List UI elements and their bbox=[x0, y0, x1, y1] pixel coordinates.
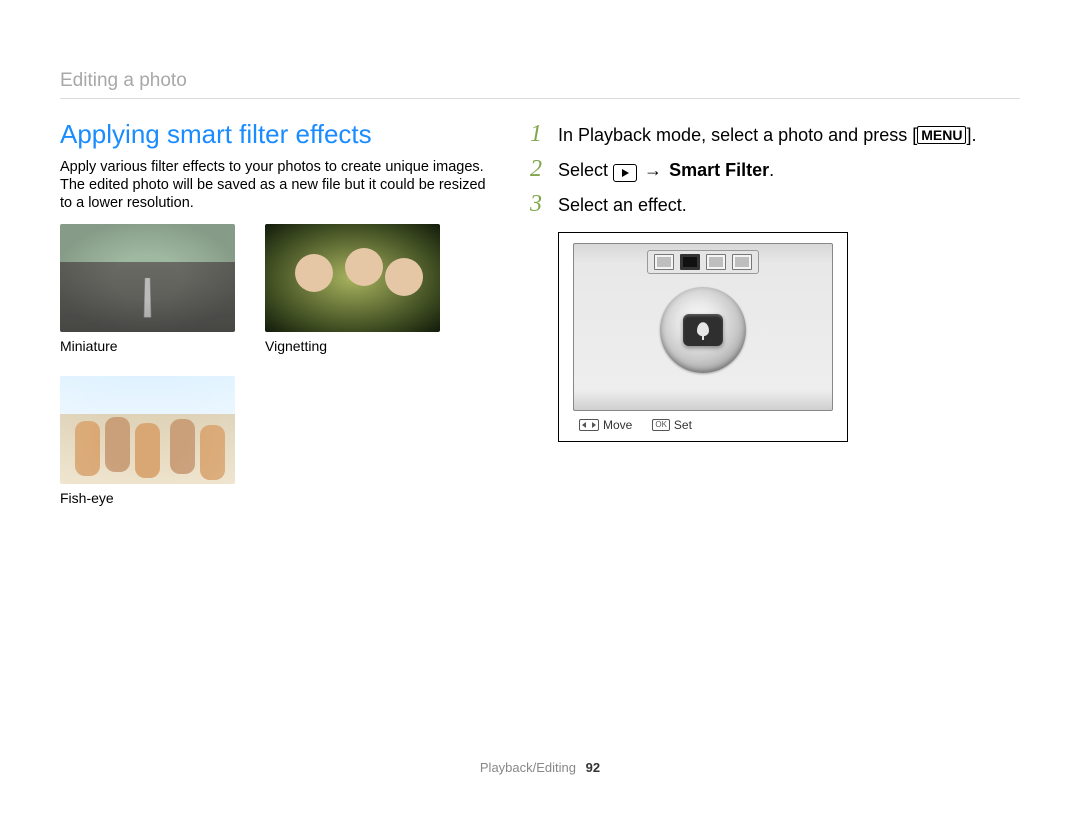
page-footer: Playback/Editing 92 bbox=[0, 760, 1080, 775]
set-label: Set bbox=[674, 418, 692, 432]
footer-page-number: 92 bbox=[586, 760, 600, 775]
ok-key-icon: OK bbox=[652, 419, 670, 431]
thumbnail-miniature bbox=[60, 224, 235, 332]
move-label: Move bbox=[603, 418, 632, 432]
manual-page: Editing a photo Applying smart filter ef… bbox=[0, 0, 1080, 815]
step-2: 2 Select → Smart Filter. bbox=[530, 156, 1020, 183]
section-title: Applying smart filter effects bbox=[60, 119, 490, 150]
lcd-tab bbox=[654, 254, 674, 270]
footer-section: Playback/Editing bbox=[480, 760, 576, 775]
step-3: 3 Select an effect. bbox=[530, 191, 1020, 218]
move-hint: Move bbox=[579, 418, 632, 432]
example-vignetting: Vignetting bbox=[265, 224, 440, 354]
content-columns: Applying smart filter effects Apply vari… bbox=[60, 115, 1020, 506]
step-2-suffix: . bbox=[769, 160, 774, 180]
lcd-tab bbox=[732, 254, 752, 270]
menu-button-icon: MENU bbox=[917, 126, 966, 144]
smart-filter-icon bbox=[683, 314, 723, 346]
step-2-prefix: Select bbox=[558, 160, 613, 180]
step-1-suffix: ]. bbox=[966, 125, 976, 145]
camera-lcd-screenshot: Move OK Set bbox=[558, 232, 848, 442]
example-thumbnails: Miniature Vignetting Fish-eye bbox=[60, 224, 490, 506]
lcd-tab-strip bbox=[647, 250, 759, 274]
thumbnail-vignetting bbox=[265, 224, 440, 332]
intro-paragraph: Apply various filter effects to your pho… bbox=[60, 158, 490, 212]
set-hint: OK Set bbox=[652, 418, 692, 432]
step-number: 2 bbox=[530, 156, 548, 183]
step-number: 1 bbox=[530, 121, 548, 148]
step-text: Select → Smart Filter. bbox=[558, 160, 774, 182]
thumbnail-fisheye bbox=[60, 376, 235, 484]
step-text: Select an effect. bbox=[558, 195, 687, 216]
step-2-bold: Smart Filter bbox=[669, 160, 769, 180]
arrow-right-icon: → bbox=[644, 160, 662, 180]
lcd-tab-active bbox=[680, 254, 700, 270]
breadcrumb: Editing a photo bbox=[60, 70, 1020, 99]
step-1: 1 In Playback mode, select a photo and p… bbox=[530, 121, 1020, 148]
arrow-keys-icon bbox=[579, 419, 599, 431]
lcd-canvas bbox=[573, 243, 833, 411]
thumbnail-label: Fish-eye bbox=[60, 490, 235, 506]
thumbnail-label: Vignetting bbox=[265, 338, 440, 354]
step-text: In Playback mode, select a photo and pre… bbox=[558, 125, 976, 146]
lcd-tab bbox=[706, 254, 726, 270]
column-left: Applying smart filter effects Apply vari… bbox=[60, 115, 490, 506]
step-number: 3 bbox=[530, 191, 548, 218]
thumbnail-label: Miniature bbox=[60, 338, 235, 354]
example-fisheye: Fish-eye bbox=[60, 376, 235, 506]
lcd-footer: Move OK Set bbox=[573, 415, 833, 435]
selection-dial bbox=[660, 287, 746, 373]
playback-icon bbox=[613, 164, 637, 182]
step-1-prefix: In Playback mode, select a photo and pre… bbox=[558, 125, 917, 145]
column-right: 1 In Playback mode, select a photo and p… bbox=[530, 115, 1020, 506]
example-miniature: Miniature bbox=[60, 224, 235, 354]
